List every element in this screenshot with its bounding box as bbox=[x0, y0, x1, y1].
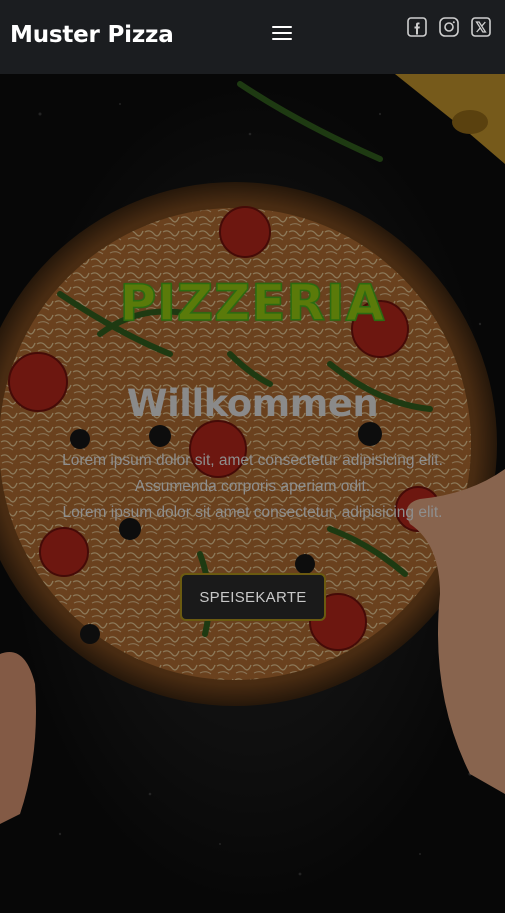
x-twitter-icon[interactable] bbox=[471, 17, 491, 37]
speisekarte-button[interactable]: SPEISEKARTE bbox=[180, 573, 326, 621]
social-links bbox=[407, 17, 491, 37]
brand-logo-text[interactable]: Muster Pizza bbox=[10, 22, 174, 48]
hamburger-menu-button[interactable] bbox=[272, 26, 292, 40]
menu-line bbox=[272, 32, 292, 34]
menu-line bbox=[272, 26, 292, 28]
hero-section: PIZZERIA Willkommen Lorem ipsum dolor si… bbox=[0, 74, 505, 913]
hero-description: Lorem ipsum dolor sit, amet consectetur … bbox=[0, 448, 505, 526]
hero-subtitle: Willkommen bbox=[126, 382, 379, 425]
instagram-icon[interactable] bbox=[439, 17, 459, 37]
menu-line bbox=[272, 38, 292, 40]
facebook-icon[interactable] bbox=[407, 17, 427, 37]
site-header: Muster Pizza bbox=[0, 0, 505, 74]
hero-title: PIZZERIA bbox=[119, 273, 386, 333]
hero-text-line: Lorem ipsum dolor sit amet consectetur, … bbox=[62, 504, 443, 521]
hero-text-line: Lorem ipsum dolor sit, amet consectetur … bbox=[62, 452, 443, 469]
hero-text-line: Assumenda corporis aperiam odit. bbox=[134, 478, 371, 495]
